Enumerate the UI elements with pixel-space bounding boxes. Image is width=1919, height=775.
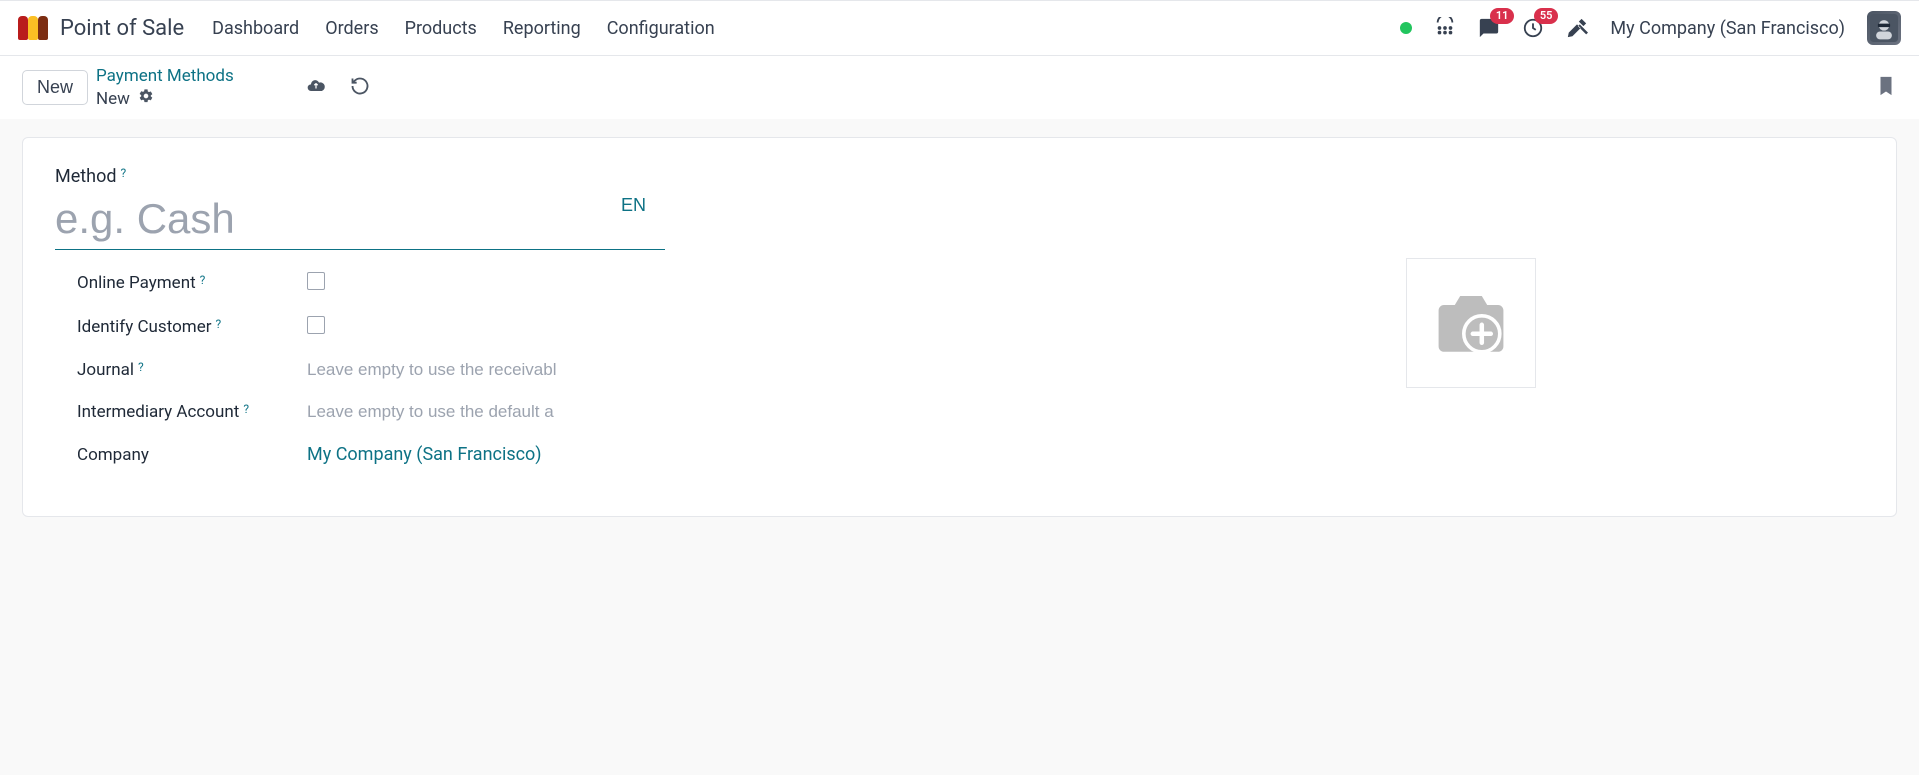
company-label: Company	[77, 445, 149, 465]
dialpad-icon[interactable]	[1434, 17, 1456, 39]
status-icons	[306, 76, 370, 100]
activities-badge: 55	[1534, 8, 1559, 24]
control-panel: New Payment Methods New	[0, 56, 1919, 119]
journal-input[interactable]	[307, 360, 647, 380]
camera-add-icon	[1426, 283, 1516, 363]
form-sheet: Method ? EN Online Payment ? Identify Cu…	[22, 137, 1897, 517]
breadcrumb-current: New	[96, 89, 130, 109]
discard-icon[interactable]	[350, 76, 370, 100]
gear-icon[interactable]	[138, 88, 154, 109]
form-container: Method ? EN Online Payment ? Identify Cu…	[0, 119, 1919, 535]
activities-icon[interactable]: 55	[1522, 17, 1544, 39]
method-input[interactable]	[55, 193, 665, 250]
language-button[interactable]: EN	[621, 195, 646, 216]
bookmark-icon[interactable]	[1875, 73, 1897, 103]
app-logo-icon[interactable]	[18, 16, 50, 40]
identify-customer-checkbox[interactable]	[307, 316, 325, 334]
intermediary-account-input[interactable]	[307, 402, 647, 422]
intermediary-account-label: Intermediary Account	[77, 402, 239, 422]
nav-reporting[interactable]: Reporting	[503, 18, 581, 39]
method-label: Method	[55, 166, 116, 187]
messages-icon[interactable]: 11	[1478, 17, 1500, 39]
help-icon[interactable]: ?	[243, 402, 249, 416]
app-title[interactable]: Point of Sale	[60, 16, 184, 41]
main-nav: Dashboard Orders Products Reporting Conf…	[212, 18, 715, 39]
help-icon[interactable]: ?	[120, 166, 126, 180]
company-link[interactable]: My Company (San Francisco)	[307, 444, 542, 465]
breadcrumb-parent[interactable]: Payment Methods	[96, 66, 234, 86]
help-icon[interactable]: ?	[215, 317, 221, 331]
cloud-save-icon[interactable]	[306, 76, 326, 100]
online-payment-label: Online Payment	[77, 273, 196, 293]
nav-configuration[interactable]: Configuration	[607, 18, 715, 39]
topbar-right: 11 55 My Company (San Francisco)	[1400, 11, 1901, 45]
presence-indicator-icon	[1400, 22, 1412, 34]
tools-icon[interactable]	[1566, 17, 1588, 39]
user-avatar[interactable]	[1867, 11, 1901, 45]
identify-customer-label: Identify Customer	[77, 317, 211, 337]
nav-orders[interactable]: Orders	[325, 18, 378, 39]
help-icon[interactable]: ?	[138, 360, 144, 374]
image-upload[interactable]	[1406, 258, 1536, 388]
company-selector[interactable]: My Company (San Francisco)	[1610, 18, 1845, 39]
nav-dashboard[interactable]: Dashboard	[212, 18, 299, 39]
messages-badge: 11	[1490, 8, 1515, 24]
journal-label: Journal	[77, 360, 134, 380]
breadcrumb: Payment Methods New	[96, 66, 234, 109]
new-button[interactable]: New	[22, 70, 88, 105]
help-icon[interactable]: ?	[200, 273, 206, 287]
online-payment-checkbox[interactable]	[307, 272, 325, 290]
top-navbar: Point of Sale Dashboard Orders Products …	[0, 0, 1919, 56]
nav-products[interactable]: Products	[405, 18, 477, 39]
